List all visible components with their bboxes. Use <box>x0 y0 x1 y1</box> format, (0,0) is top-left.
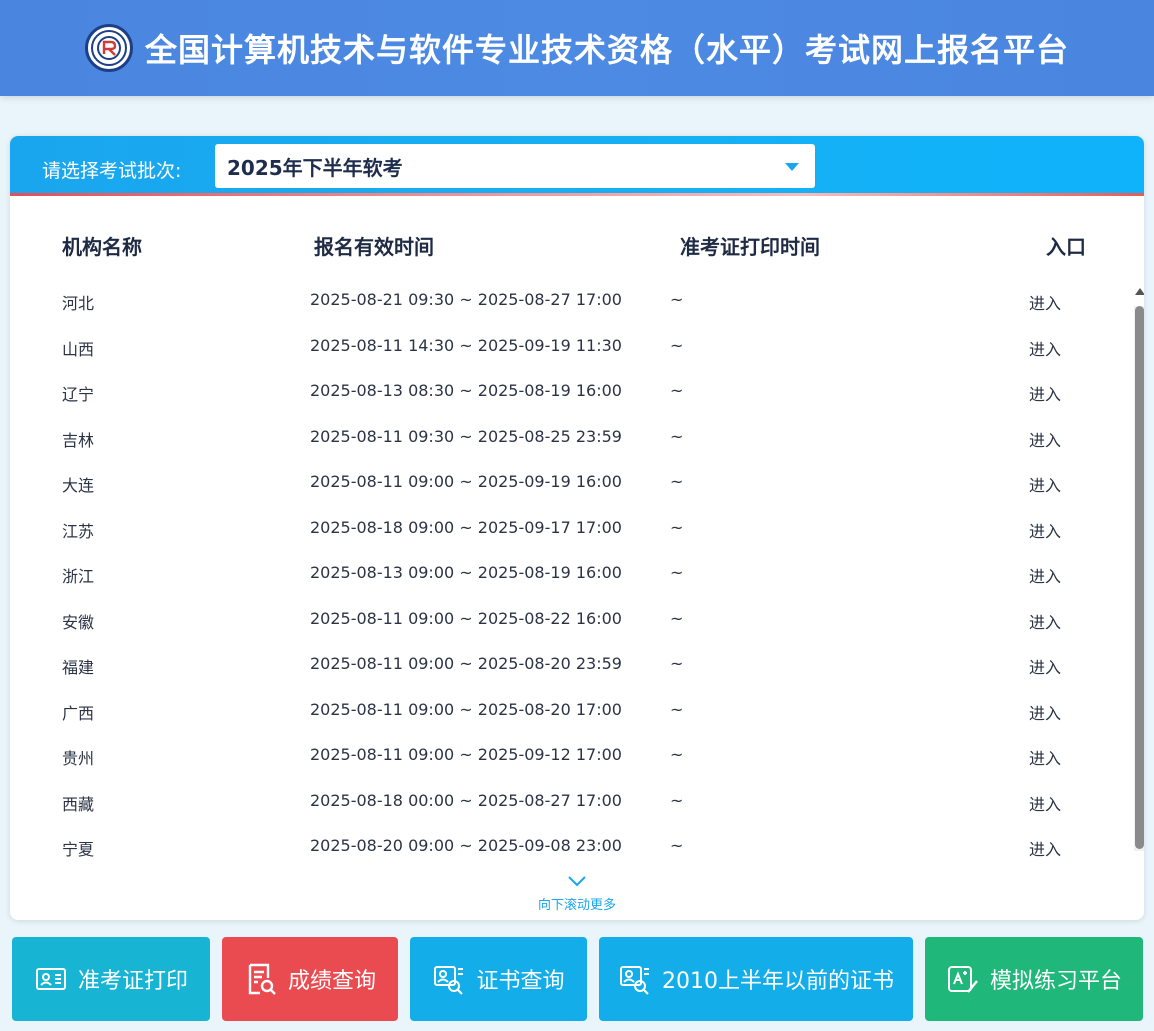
row-registration-time: 2025-08-18 09:00 ~ 2025-09-17 17:00 <box>310 517 622 537</box>
table-row: 大连 2025-08-11 09:00 ~ 2025-09-19 16:00 ~… <box>10 460 1130 505</box>
emblem-logo-icon <box>84 24 133 72</box>
site-title: 全国计算机技术与软件专业技术资格（水平）考试网上报名平台 <box>144 31 1069 69</box>
row-org: 浙江 <box>62 567 95 586</box>
row-org: 辽宁 <box>62 385 95 404</box>
chevron-down-icon <box>568 876 586 887</box>
table-row: 宁夏 2025-08-20 09:00 ~ 2025-09-08 23:00 ~… <box>10 824 1130 869</box>
certificate-search-icon <box>620 966 649 995</box>
row-org: 贵州 <box>62 749 95 768</box>
row-entry-link[interactable]: 进入 <box>1029 609 1061 633</box>
row-print-time: ~ <box>670 836 684 855</box>
table-row: 辽宁 2025-08-13 08:30 ~ 2025-08-19 16:00 ~… <box>10 369 1130 414</box>
batch-selected-value: 2025年下半年软考 <box>227 155 403 180</box>
row-entry-link[interactable]: 进入 <box>1029 563 1061 587</box>
table-row: 浙江 2025-08-13 09:00 ~ 2025-08-19 16:00 ~… <box>10 551 1130 596</box>
row-print-time: ~ <box>670 608 684 628</box>
row-entry-link[interactable]: 进入 <box>1029 791 1061 815</box>
table-row: 山西 2025-08-11 14:30 ~ 2025-09-19 11:30 ~… <box>10 324 1130 369</box>
row-registration-time: 2025-08-11 09:00 ~ 2025-08-22 16:00 <box>310 608 622 628</box>
row-print-time: ~ <box>670 790 684 810</box>
row-print-time: ~ <box>670 517 684 537</box>
row-entry-link[interactable]: 进入 <box>1029 472 1061 496</box>
certificate-query-label: 证书查询 <box>476 969 565 994</box>
row-org: 安徽 <box>62 612 95 632</box>
mock-practice-button[interactable]: 模拟练习平台 <box>925 937 1143 1021</box>
registration-panel: 请选择考试批次: 2025年下半年软考 机构名称 报名有效时间 准考证打印时间 … <box>10 136 1144 920</box>
row-registration-time: 2025-08-21 09:30 ~ 2025-08-27 17:00 <box>310 290 622 309</box>
scrollbar-thumb[interactable] <box>1135 306 1144 849</box>
admission-ticket-print-button[interactable]: 准考证打印 <box>12 937 210 1021</box>
row-print-time: ~ <box>670 290 684 309</box>
row-org: 西藏 <box>62 794 95 814</box>
column-header-admission-print-time: 准考证打印时间 <box>680 235 820 259</box>
id-card-icon <box>35 968 66 990</box>
mock-practice-label: 模拟练习平台 <box>989 969 1122 994</box>
row-print-time: ~ <box>670 426 684 446</box>
score-query-button[interactable]: 成绩查询 <box>222 937 398 1021</box>
row-entry-link[interactable]: 进入 <box>1029 700 1061 724</box>
table-row: 贵州 2025-08-11 09:00 ~ 2025-09-12 17:00 ~… <box>10 733 1130 778</box>
batch-label: 请选择考试批次: <box>42 160 182 182</box>
table-row: 安徽 2025-08-11 09:00 ~ 2025-08-22 16:00 ~… <box>10 597 1130 642</box>
admission-ticket-print-label: 准考证打印 <box>77 969 188 994</box>
score-query-label: 成绩查询 <box>287 969 376 994</box>
row-entry-link[interactable]: 进入 <box>1029 427 1061 451</box>
row-org: 福建 <box>62 658 95 677</box>
scroll-more-text: 向下滚动更多 <box>537 898 616 913</box>
caret-down-icon <box>785 163 799 171</box>
row-entry-link[interactable]: 进入 <box>1029 518 1061 542</box>
row-org: 吉林 <box>62 430 95 450</box>
row-registration-time: 2025-08-13 09:00 ~ 2025-08-19 16:00 <box>310 563 622 582</box>
row-entry-link[interactable]: 进入 <box>1029 381 1061 405</box>
column-header-entry: 入口 <box>1046 235 1086 259</box>
document-search-icon <box>248 963 276 995</box>
row-print-time: ~ <box>670 472 684 491</box>
column-header-registration-time: 报名有效时间 <box>314 235 434 259</box>
certificate-search-icon <box>434 966 464 995</box>
row-org: 山西 <box>62 339 95 359</box>
row-entry-link[interactable]: 进入 <box>1029 336 1061 360</box>
row-registration-time: 2025-08-11 09:30 ~ 2025-08-25 23:59 <box>310 426 622 446</box>
pre-2010-certificate-label: 2010上半年以前的证书 <box>662 969 894 994</box>
row-print-time: ~ <box>670 745 684 764</box>
row-entry-link[interactable]: 进入 <box>1029 654 1061 678</box>
row-entry-link[interactable]: 进入 <box>1029 836 1061 860</box>
row-registration-time: 2025-08-13 08:30 ~ 2025-08-19 16:00 <box>310 381 622 400</box>
practice-edit-icon <box>947 966 978 993</box>
row-org: 河北 <box>62 294 95 313</box>
row-registration-time: 2025-08-11 09:00 ~ 2025-08-20 23:59 <box>310 654 622 673</box>
scroll-more-hint[interactable]: 向下滚动更多 <box>10 874 1144 913</box>
row-registration-time: 2025-08-11 09:00 ~ 2025-09-12 17:00 <box>310 745 622 764</box>
pre-2010-certificate-button[interactable]: 2010上半年以前的证书 <box>599 937 913 1021</box>
column-header-org: 机构名称 <box>62 235 142 259</box>
row-entry-link[interactable]: 进入 <box>1029 290 1061 314</box>
row-registration-time: 2025-08-11 09:00 ~ 2025-08-20 17:00 <box>310 699 622 719</box>
table-row: 河北 2025-08-21 09:30 ~ 2025-08-27 17:00 ~… <box>10 278 1130 323</box>
row-org: 广西 <box>62 703 95 723</box>
batch-selector-bar: 请选择考试批次: 2025年下半年软考 <box>10 136 1144 196</box>
row-org: 宁夏 <box>62 840 95 859</box>
row-registration-time: 2025-08-20 09:00 ~ 2025-09-08 23:00 <box>310 836 622 855</box>
row-org: 江苏 <box>62 521 95 541</box>
row-registration-time: 2025-08-11 14:30 ~ 2025-09-19 11:30 <box>310 335 622 355</box>
certificate-query-button[interactable]: 证书查询 <box>410 937 587 1021</box>
table-row: 福建 2025-08-11 09:00 ~ 2025-08-20 23:59 ~… <box>10 642 1130 687</box>
row-print-time: ~ <box>670 563 684 582</box>
row-registration-time: 2025-08-18 00:00 ~ 2025-08-27 17:00 <box>310 790 622 810</box>
row-entry-link[interactable]: 进入 <box>1029 745 1061 769</box>
table-row: 广西 2025-08-11 09:00 ~ 2025-08-20 17:00 ~… <box>10 688 1130 733</box>
row-print-time: ~ <box>670 654 684 673</box>
scroll-up-arrow-icon[interactable] <box>1135 288 1144 295</box>
table-row: 西藏 2025-08-18 00:00 ~ 2025-08-27 17:00 ~… <box>10 779 1130 824</box>
row-print-time: ~ <box>670 699 684 719</box>
batch-select[interactable]: 2025年下半年软考 <box>215 144 815 188</box>
row-print-time: ~ <box>670 335 684 355</box>
row-print-time: ~ <box>670 381 684 400</box>
table-row: 吉林 2025-08-11 09:30 ~ 2025-08-25 23:59 ~… <box>10 415 1130 460</box>
table-row: 江苏 2025-08-18 09:00 ~ 2025-09-17 17:00 ~… <box>10 506 1130 551</box>
row-org: 大连 <box>62 476 95 495</box>
row-registration-time: 2025-08-11 09:00 ~ 2025-09-19 16:00 <box>310 472 622 491</box>
site-header: 全国计算机技术与软件专业技术资格（水平）考试网上报名平台 <box>0 0 1154 96</box>
